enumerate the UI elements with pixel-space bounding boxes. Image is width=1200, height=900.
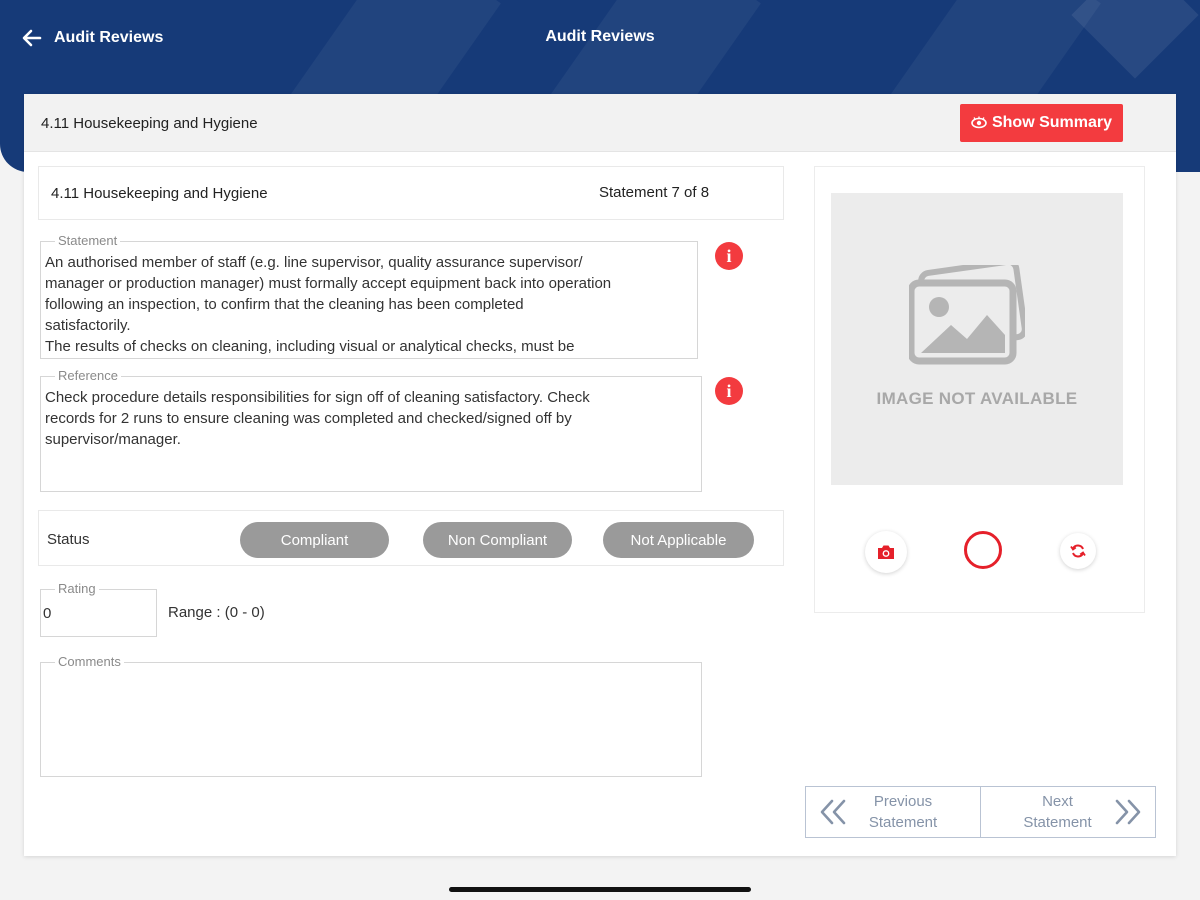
status-row: Status Compliant Non Compliant Not Appli… xyxy=(38,510,784,566)
rating-label: Rating xyxy=(55,582,99,596)
double-chevron-right-icon xyxy=(1115,799,1140,825)
not-applicable-button[interactable]: Not Applicable xyxy=(603,522,754,558)
refresh-icon xyxy=(1070,544,1086,558)
comments-label: Comments xyxy=(55,655,124,669)
reference-info-icon[interactable]: i xyxy=(715,377,743,405)
rating-value: 0 xyxy=(43,605,52,622)
previous-label-line2: Statement xyxy=(868,814,938,831)
previous-statement-label: Previous Statement xyxy=(848,791,958,833)
comments-text xyxy=(45,673,697,774)
home-indicator xyxy=(449,887,751,892)
section-title: 4.11 Housekeeping and Hygiene xyxy=(41,115,258,132)
non-compliant-button[interactable]: Non Compliant xyxy=(423,522,572,558)
image-placeholder: IMAGE NOT AVAILABLE xyxy=(831,193,1123,485)
reference-field[interactable]: Reference Check procedure details respon… xyxy=(40,369,702,492)
rating-field[interactable]: Rating 0 xyxy=(40,582,157,637)
show-summary-button[interactable]: Show Summary xyxy=(960,104,1123,142)
page-title: Audit Reviews xyxy=(545,28,655,45)
status-label: Status xyxy=(47,531,90,548)
next-statement-button[interactable]: Next Statement xyxy=(981,787,1156,837)
previous-label-line1: Previous xyxy=(873,793,933,810)
statement-text: An authorised member of staff (e.g. line… xyxy=(45,254,612,355)
image-gallery-icon xyxy=(909,265,1025,365)
show-summary-label: Show Summary xyxy=(991,114,1113,131)
camera-button[interactable] xyxy=(865,531,907,573)
next-label-line1: Next xyxy=(1042,793,1073,810)
previous-statement-button[interactable]: Previous Statement xyxy=(806,787,981,837)
reference-text: Check procedure details responsibilities… xyxy=(45,389,590,448)
statement-navigation: Previous Statement Next Statement xyxy=(805,786,1156,838)
eye-icon xyxy=(971,116,987,129)
record-button[interactable] xyxy=(964,531,1002,569)
comments-field[interactable]: Comments xyxy=(40,655,702,777)
double-chevron-left-icon xyxy=(820,799,846,825)
camera-icon xyxy=(878,545,894,559)
refresh-button[interactable] xyxy=(1060,533,1096,569)
media-panel: IMAGE NOT AVAILABLE xyxy=(814,166,1145,613)
statement-field[interactable]: Statement An authorised member of staff … xyxy=(40,234,698,359)
reference-label: Reference xyxy=(55,369,121,383)
statement-counter: Statement 7 of 8 xyxy=(599,184,710,201)
compliant-button[interactable]: Compliant xyxy=(240,522,389,558)
next-statement-label: Next Statement xyxy=(1003,791,1113,833)
statement-header: 4.11 Housekeeping and Hygiene Statement … xyxy=(38,166,784,220)
card-header: 4.11 Housekeeping and Hygiene Show Summa… xyxy=(24,94,1176,152)
image-not-available-text: IMAGE NOT AVAILABLE xyxy=(876,389,1078,408)
next-label-line2: Statement xyxy=(1023,814,1092,831)
statement-label: Statement xyxy=(55,234,121,248)
statement-info-icon[interactable]: i xyxy=(715,242,743,270)
rating-range: Range : (0 - 0) xyxy=(168,604,265,621)
audit-card: 4.11 Housekeeping and Hygiene Show Summa… xyxy=(24,94,1176,856)
statement-section-title: 4.11 Housekeeping and Hygiene xyxy=(51,185,268,202)
